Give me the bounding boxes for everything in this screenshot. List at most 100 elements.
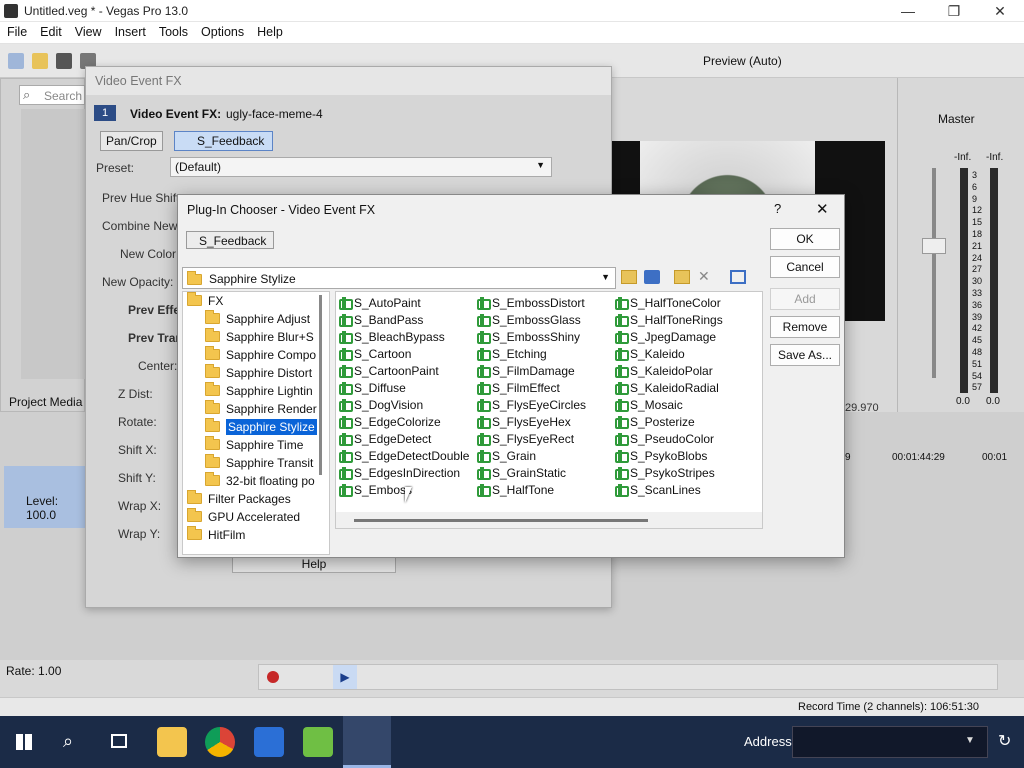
menu-options[interactable]: Options: [194, 22, 250, 39]
master-fader[interactable]: [932, 168, 936, 378]
preview-mode-dropdown[interactable]: Preview (Auto): [703, 54, 782, 68]
tree-scrollbar[interactable]: [319, 295, 322, 475]
plugin-item[interactable]: S_EmbossShiny: [476, 329, 616, 346]
minimize-button[interactable]: —: [885, 0, 931, 22]
plugin-item[interactable]: S_Diffuse: [338, 380, 478, 397]
project-media-tab[interactable]: Project Media: [9, 395, 82, 409]
chain-pan-crop[interactable]: Pan/Crop: [100, 131, 163, 151]
start-icon[interactable]: [16, 734, 32, 750]
task-view-icon[interactable]: [111, 734, 127, 748]
tree-item[interactable]: Sapphire Blur+S: [183, 328, 329, 346]
file-explorer-icon[interactable]: [157, 727, 187, 757]
remove-button[interactable]: Remove: [770, 316, 840, 338]
up-folder-icon[interactable]: [621, 270, 637, 284]
menu-tools[interactable]: Tools: [152, 22, 194, 39]
plugin-item[interactable]: S_Cartoon: [338, 346, 478, 363]
maximize-button[interactable]: ❐: [931, 0, 977, 22]
tree-item[interactable]: Sapphire Transit: [183, 454, 329, 472]
cancel-button[interactable]: Cancel: [770, 256, 840, 278]
plugin-item[interactable]: S_DogVision: [338, 397, 478, 414]
tree-item[interactable]: Sapphire Time: [183, 436, 329, 454]
plugin-item[interactable]: S_BleachBypass: [338, 329, 478, 346]
new-folder-icon[interactable]: [674, 270, 690, 284]
menu-file[interactable]: File: [0, 22, 33, 39]
help-question-button[interactable]: ?: [774, 201, 781, 216]
new-project-icon[interactable]: [8, 53, 24, 69]
close-window-button[interactable]: ✕: [977, 0, 1023, 22]
plugin-item[interactable]: S_ScanLines: [614, 482, 754, 499]
plugin-item[interactable]: S_FlysEyeHex: [476, 414, 616, 431]
checklist-app-icon[interactable]: [254, 727, 284, 757]
address-input[interactable]: [792, 726, 988, 758]
dialog-chain-s-feedback[interactable]: S_Feedback: [199, 234, 266, 248]
tree-item[interactable]: FX: [183, 292, 329, 310]
plugin-item[interactable]: S_FlysEyeCircles: [476, 397, 616, 414]
add-button[interactable]: Add: [770, 288, 840, 310]
tree-item[interactable]: GPU Accelerated: [183, 508, 329, 526]
tree-item[interactable]: 32-bit floating po: [183, 472, 329, 490]
ok-button[interactable]: OK: [770, 228, 840, 250]
fader-knob[interactable]: [922, 238, 946, 254]
record-icon[interactable]: [267, 671, 279, 683]
plugin-item[interactable]: S_HalfToneRings: [614, 312, 754, 329]
chain-s-feedback[interactable]: S_Feedback: [174, 131, 274, 151]
tree-item[interactable]: Sapphire Compo: [183, 346, 329, 364]
plugin-item[interactable]: S_EdgeDetect: [338, 431, 478, 448]
plugin-item[interactable]: S_KaleidoRadial: [614, 380, 754, 397]
menu-view[interactable]: View: [68, 22, 108, 39]
chevron-down-icon[interactable]: ▼: [965, 735, 975, 746]
menu-insert[interactable]: Insert: [108, 22, 152, 39]
save-as-button[interactable]: Save As...: [770, 344, 840, 366]
plugin-item[interactable]: S_FilmEffect: [476, 380, 616, 397]
plugin-list-hscroll-thumb[interactable]: [354, 519, 648, 522]
plugin-item[interactable]: S_PsykoStripes: [614, 465, 754, 482]
view-mode-icon[interactable]: [730, 270, 746, 284]
plugin-item[interactable]: S_GrainStatic: [476, 465, 616, 482]
plugin-item[interactable]: S_EdgeColorize: [338, 414, 478, 431]
play-icon[interactable]: ▶: [333, 665, 357, 689]
menu-help[interactable]: Help: [250, 22, 289, 39]
refresh-address-icon[interactable]: ↻: [998, 731, 1011, 751]
preset-dropdown[interactable]: (Default) ▼: [170, 157, 552, 177]
plugin-item[interactable]: S_EmbossDistort: [476, 295, 616, 312]
plugin-item[interactable]: S_HalfTone: [476, 482, 616, 499]
plugin-item[interactable]: S_PsykoBlobs: [614, 448, 754, 465]
refresh-icon[interactable]: [644, 270, 660, 284]
delete-icon[interactable]: ✕: [698, 268, 710, 285]
tree-item[interactable]: Sapphire Render: [183, 400, 329, 418]
vegas-taskbar-icon[interactable]: [343, 716, 391, 768]
plugin-item[interactable]: S_Etching: [476, 346, 616, 363]
plugin-item[interactable]: S_HalfToneColor: [614, 295, 754, 312]
plugin-item[interactable]: S_KaleidoPolar: [614, 363, 754, 380]
plugin-item[interactable]: S_Mosaic: [614, 397, 754, 414]
network-app-icon[interactable]: [303, 727, 333, 757]
tree-item[interactable]: Sapphire Adjust: [183, 310, 329, 328]
tree-item[interactable]: HitFilm: [183, 526, 329, 544]
tree-item[interactable]: Sapphire Lightin: [183, 382, 329, 400]
path-dropdown[interactable]: Sapphire Stylize ▼: [182, 267, 616, 289]
search-icon[interactable]: ⌕: [63, 731, 73, 752]
plugin-item[interactable]: S_Grain: [476, 448, 616, 465]
dialog-close-button[interactable]: ✕: [816, 200, 829, 218]
menu-edit[interactable]: Edit: [33, 22, 68, 39]
plugin-item[interactable]: S_FilmDamage: [476, 363, 616, 380]
plugin-item[interactable]: S_CartoonPaint: [338, 363, 478, 380]
group-prev-transform[interactable]: Prev Tran: [128, 331, 183, 345]
tree-item[interactable]: Sapphire Stylize: [183, 418, 329, 436]
group-prev-effect[interactable]: Prev Effe: [128, 303, 180, 317]
plugin-item[interactable]: S_PseudoColor: [614, 431, 754, 448]
plugin-item[interactable]: S_EdgesInDirection: [338, 465, 478, 482]
plugin-item[interactable]: S_EmbossGlass: [476, 312, 616, 329]
save-icon[interactable]: [56, 53, 72, 69]
chrome-icon[interactable]: [205, 727, 235, 757]
tree-item[interactable]: Sapphire Distort: [183, 364, 329, 382]
plugin-item[interactable]: S_FlysEyeRect: [476, 431, 616, 448]
open-icon[interactable]: [32, 53, 48, 69]
plugin-item[interactable]: S_Posterize: [614, 414, 754, 431]
plugin-item[interactable]: S_BandPass: [338, 312, 478, 329]
plugin-item[interactable]: S_EdgeDetectDouble: [338, 448, 478, 465]
plugin-item[interactable]: S_Kaleido: [614, 346, 754, 363]
plugin-item[interactable]: S_JpegDamage: [614, 329, 754, 346]
tree-item[interactable]: Filter Packages: [183, 490, 329, 508]
search-box[interactable]: ⌕ Search: [19, 85, 85, 105]
